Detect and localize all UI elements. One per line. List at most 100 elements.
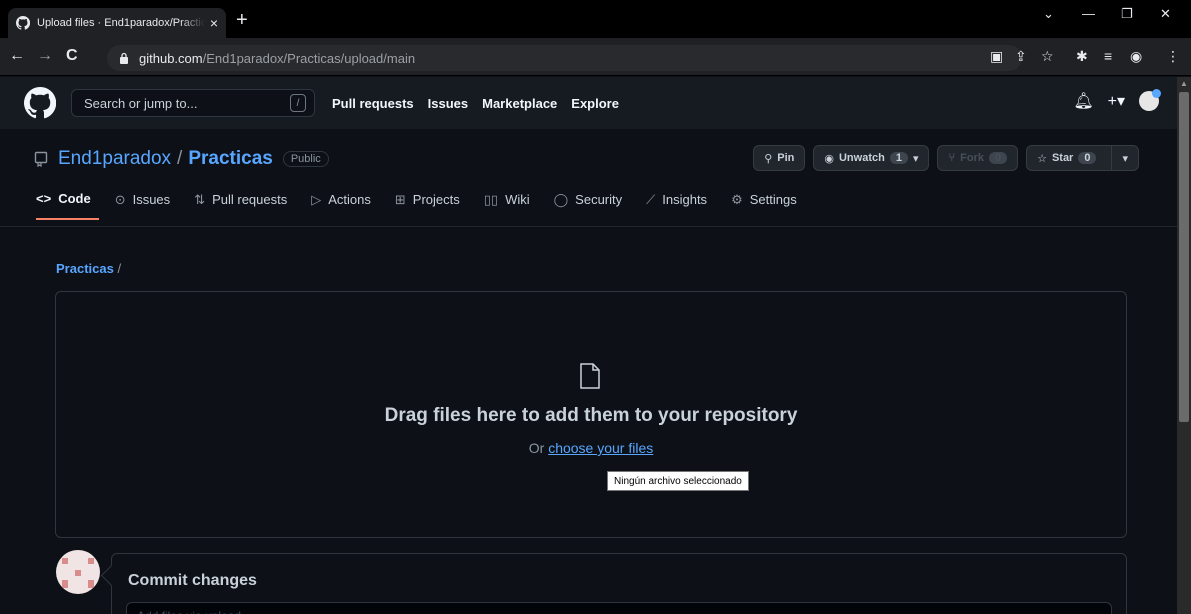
create-new-plus-icon[interactable]: +▾ [1108,91,1125,111]
tab-wiki-label: Wiki [505,192,530,207]
book-icon: ▯▯ [483,191,499,207]
commit-author-avatar [56,550,100,594]
tab-wiki[interactable]: ▯▯ Wiki [484,191,538,220]
identicon-icon [62,558,94,588]
browser-toolbar: ← → C github.com/End1paradox/Practicas/u… [0,38,1191,76]
share-icon[interactable]: ⇪ [1015,48,1027,64]
commit-changes-panel: Commit changes Add files via upload [111,553,1127,614]
drop-zone-or: Or [528,440,545,456]
back-icon[interactable]: ← [9,47,25,65]
eye-icon: ◉ [824,152,834,165]
file-input-tooltip: Ningún archivo seleccionado [607,471,749,491]
tab-code-label: Code [58,191,91,206]
visibility-badge: Public [282,151,329,167]
repo-header: End1paradox / Practicas Public ⚲ Pin ◉ U… [0,129,1177,227]
header-nav-pull-requests[interactable]: Pull requests [332,96,414,111]
github-logo-icon[interactable] [24,87,56,119]
url-host: github.com [139,50,203,66]
reload-icon[interactable]: C [66,47,78,65]
pin-icon: ⚲ [764,152,773,165]
repo-separator: / [177,148,183,169]
star-button[interactable]: ☆ Star 0 ▾ [1026,145,1139,171]
tab-security[interactable]: ◯ Security [554,191,631,220]
issue-icon: ⊙ [114,191,126,207]
tab-search-icon[interactable]: ⌄ [1043,6,1054,22]
repo-owner-link[interactable]: End1paradox [58,148,171,170]
tab-issues[interactable]: ⊙ Issues [115,191,178,220]
reading-list-icon[interactable]: ≡ [1104,48,1112,64]
star-icon: ☆ [1037,152,1047,165]
unwatch-count: 1 [889,152,908,164]
tab-projects[interactable]: ⊞ Projects [395,191,468,220]
translate-icon[interactable]: ▣ [990,48,1003,64]
repo-actions: ⚲ Pin ◉ Unwatch 1 ▾ ⑂ Fork 0 ☆ Star 0 ▾ [753,145,1139,171]
unwatch-caret-icon: ▾ [912,152,919,165]
tab-actions-label: Actions [328,192,371,207]
fork-button[interactable]: ⑂ Fork 0 [937,145,1019,171]
scrollbar-thumb[interactable] [1179,92,1189,422]
profile-icon[interactable]: ◉ [1130,48,1142,64]
tab-settings-label: Settings [749,192,797,207]
address-bar[interactable]: github.com/End1paradox/Practicas/upload/… [107,45,1022,71]
tab-projects-label: Projects [412,192,460,207]
header-nav-marketplace[interactable]: Marketplace [482,96,557,111]
fork-icon: ⑂ [948,152,956,164]
star-dropdown-caret-icon[interactable]: ▾ [1111,146,1138,170]
page-scrollbar[interactable]: ▲ [1177,77,1191,614]
extensions-icon[interactable]: ✱ [1076,48,1088,64]
breadcrumb-separator: / [117,261,122,276]
star-label: Star [1051,152,1074,164]
window-close-icon[interactable]: ✕ [1160,6,1171,22]
tab-settings[interactable]: ⚙ Settings [731,191,805,220]
unwatch-label: Unwatch [838,152,885,164]
pin-button[interactable]: ⚲ Pin [753,145,806,171]
user-avatar[interactable] [1139,89,1161,111]
pull-request-icon: ⇅ [194,191,206,207]
commit-title: Commit changes [128,572,257,589]
repo-icon [34,151,48,167]
new-tab-button[interactable]: + [236,10,248,30]
choose-files-link[interactable]: choose your files [548,440,653,456]
scroll-up-icon[interactable]: ▲ [1180,79,1188,88]
repo-name-link[interactable]: Practicas [188,148,273,170]
breadcrumb-repo-link[interactable]: Practicas [56,261,114,276]
fork-label: Fork [960,152,984,164]
lock-icon [120,52,128,64]
graph-icon: ⟋ [646,191,656,207]
browser-tabstrip: Upload files · End1paradox/Practicas × +… [0,0,1191,38]
forward-icon[interactable]: → [37,47,53,65]
unwatch-button[interactable]: ◉ Unwatch 1 ▾ [813,145,930,171]
search-placeholder: Search or jump to... [84,95,198,111]
pin-label: Pin [777,152,795,164]
drop-zone-subtitle: Or choose your files [0,440,1182,456]
tab-code[interactable]: <> Code [36,191,99,220]
tab-close-icon[interactable]: × [210,16,218,30]
code-icon: <> [36,191,52,206]
tab-pull-requests[interactable]: ⇅ Pull requests [194,191,295,220]
restore-icon[interactable]: ❐ [1121,6,1133,22]
github-header: Search or jump to... / Pull requests Iss… [0,77,1177,129]
commit-summary-input[interactable]: Add files via upload [126,602,1112,614]
browser-tab[interactable]: Upload files · End1paradox/Practicas × [8,8,226,38]
gear-icon: ⚙ [731,191,743,207]
repo-title: End1paradox / Practicas Public [34,148,329,170]
drop-zone-title: Drag files here to add them to your repo… [384,405,798,426]
table-icon: ⊞ [394,191,406,207]
menu-icon[interactable]: ⋮ [1166,48,1180,64]
tab-insights[interactable]: ⟋ Insights [646,191,715,220]
file-icon [580,363,600,389]
bookmark-star-icon[interactable]: ☆ [1041,48,1054,64]
notifications-bell-icon[interactable]: 🔔︎ [1073,91,1093,111]
url-path: /End1paradox/Practicas/upload/main [202,50,416,66]
header-nav: Pull requests Issues Marketplace Explore [332,96,619,111]
play-icon: ▷ [311,191,322,207]
search-shortcut-key: / [290,94,306,112]
github-favicon-icon [16,16,30,30]
search-input[interactable]: Search or jump to... / [71,89,315,117]
tab-insights-label: Insights [662,192,708,207]
header-nav-explore[interactable]: Explore [571,96,619,111]
tab-security-label: Security [575,192,623,207]
tab-actions[interactable]: ▷ Actions [311,191,379,220]
minimize-icon[interactable]: — [1082,6,1095,21]
header-nav-issues[interactable]: Issues [428,96,468,111]
